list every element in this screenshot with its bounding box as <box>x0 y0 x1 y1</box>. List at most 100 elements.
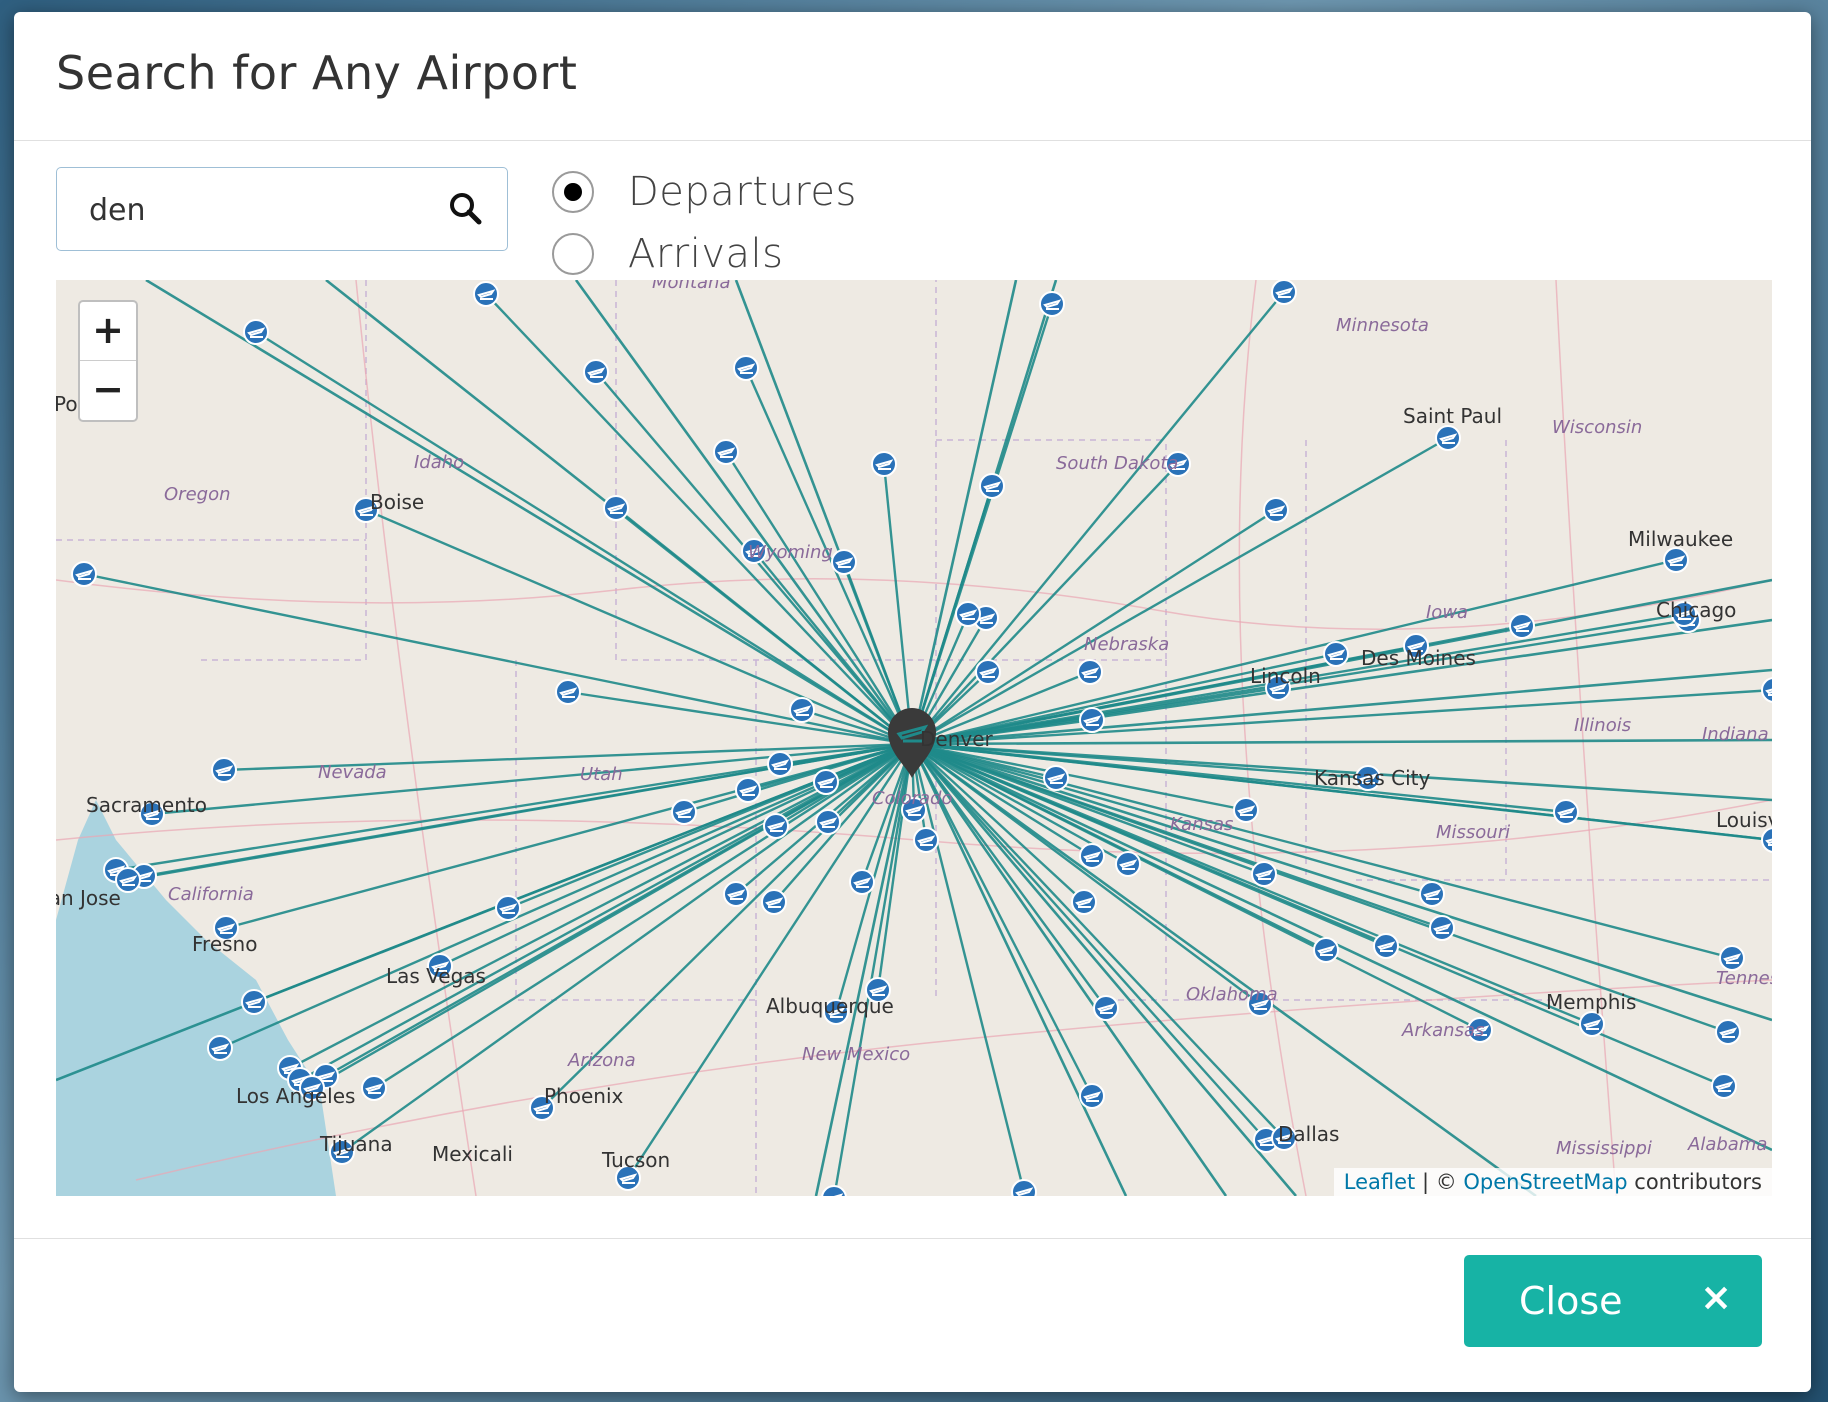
airport-marker-icon[interactable] <box>1115 851 1141 877</box>
route-line <box>341 743 913 1153</box>
airport-marker-icon[interactable] <box>583 359 609 385</box>
airport-marker-icon[interactable] <box>789 697 815 723</box>
map-label-mississippi: Mississippi <box>1556 1138 1652 1159</box>
airport-marker-icon[interactable] <box>713 439 739 465</box>
airport-marker-icon[interactable] <box>813 769 839 795</box>
airport-marker-icon[interactable] <box>211 757 237 783</box>
arrivals-radio[interactable]: Arrivals <box>552 226 784 282</box>
departures-label: Departures <box>628 169 857 215</box>
airport-marker-icon[interactable] <box>361 1075 387 1101</box>
route-line <box>373 742 913 1090</box>
airport-marker-icon[interactable] <box>735 777 761 803</box>
road-line <box>1238 280 1307 1196</box>
airport-marker-icon[interactable] <box>1263 497 1289 523</box>
airport-marker-icon[interactable] <box>603 495 629 521</box>
search-input[interactable] <box>87 188 431 232</box>
close-button[interactable]: Close × <box>1464 1255 1762 1347</box>
leaflet-link[interactable]: Leaflet <box>1344 1170 1416 1194</box>
airport-marker-icon[interactable] <box>243 319 269 345</box>
airport-marker-icon[interactable] <box>815 809 841 835</box>
map-label-new-mexico: New Mexico <box>802 1044 911 1065</box>
airport-marker-icon[interactable] <box>1711 1073 1737 1099</box>
route-line <box>911 558 1677 746</box>
route-line <box>911 742 1537 1196</box>
airport-marker-icon[interactable] <box>71 561 97 587</box>
airport-marker-icon[interactable] <box>1251 861 1277 887</box>
map-label-oklahoma: Oklahoma <box>1186 984 1278 1005</box>
airport-marker-icon[interactable] <box>1419 881 1445 907</box>
airport-marker-icon[interactable] <box>979 473 1005 499</box>
airport-marker-icon[interactable] <box>1719 945 1745 971</box>
map-label-oregon: Oregon <box>164 484 231 505</box>
map-label-boise: Boise <box>370 490 425 514</box>
airport-marker-icon[interactable] <box>913 827 939 853</box>
map-label-fresno: Fresno <box>192 932 258 956</box>
zoom-out-button[interactable]: − <box>80 361 136 419</box>
airport-marker-icon[interactable] <box>733 355 759 381</box>
airport-marker-icon[interactable] <box>1715 1019 1741 1045</box>
airport-marker-icon[interactable] <box>1077 659 1103 685</box>
airport-marker-icon[interactable] <box>1233 797 1259 823</box>
route-map-canvas[interactable] <box>56 280 1772 1196</box>
airport-marker-icon[interactable] <box>1373 933 1399 959</box>
map-label-wisconsin: Wisconsin <box>1552 417 1643 438</box>
airport-marker-icon[interactable] <box>241 989 267 1015</box>
airport-marker-icon[interactable] <box>1761 677 1772 703</box>
airport-marker-icon[interactable] <box>207 1035 233 1061</box>
airport-marker-icon[interactable] <box>955 601 981 627</box>
airport-marker-icon[interactable] <box>1079 1083 1105 1109</box>
airport-marker-icon[interactable] <box>1079 707 1105 733</box>
airport-marker-icon[interactable] <box>1079 843 1105 869</box>
map-label-des-moines: Des Moines <box>1361 646 1476 670</box>
airport-marker-icon[interactable] <box>1429 915 1455 941</box>
search-icon[interactable] <box>447 190 483 226</box>
map-label-san-jose: San Jose <box>56 886 121 910</box>
airport-marker-icon[interactable] <box>1553 799 1579 825</box>
airport-marker-icon[interactable] <box>849 869 875 895</box>
map-label-alabama: Alabama <box>1688 1134 1768 1155</box>
modal-title: Search for Any Airport <box>56 46 578 100</box>
airport-marker-icon[interactable] <box>555 679 581 705</box>
map-label-idaho: Idaho <box>414 452 465 473</box>
map-label-utah: Utah <box>580 764 623 785</box>
airport-marker-icon[interactable] <box>1011 1179 1037 1196</box>
airport-marker-icon[interactable] <box>1043 765 1069 791</box>
airport-marker-icon[interactable] <box>473 281 499 307</box>
route-map[interactable]: Montana Minnesota Saint Paul Wisconsin M… <box>56 280 1772 1196</box>
airport-marker-icon[interactable] <box>831 549 857 575</box>
arrivals-radio-button[interactable] <box>552 233 594 275</box>
airport-marker-icon[interactable] <box>761 889 787 915</box>
route-line <box>911 742 1772 1152</box>
airport-marker-icon[interactable] <box>1093 995 1119 1021</box>
map-label-iowa: Iowa <box>1426 602 1469 623</box>
airport-marker-icon[interactable] <box>1313 937 1339 963</box>
departures-radio-button[interactable] <box>552 171 594 213</box>
airport-marker-icon[interactable] <box>1039 291 1065 317</box>
airport-marker-icon[interactable] <box>821 1185 847 1196</box>
attribution-separator: | © <box>1415 1170 1464 1194</box>
departures-radio[interactable]: Departures <box>552 164 857 220</box>
airport-marker-icon[interactable] <box>1509 613 1535 639</box>
airport-marker-icon[interactable] <box>1271 280 1297 305</box>
airport-marker-icon[interactable] <box>975 659 1001 685</box>
airport-marker-icon[interactable] <box>1663 547 1689 573</box>
airport-marker-icon[interactable] <box>1579 1011 1605 1037</box>
zoom-in-button[interactable]: + <box>80 302 136 361</box>
airport-marker-icon[interactable] <box>871 451 897 477</box>
airport-marker-icon[interactable] <box>1435 425 1461 451</box>
airport-marker-icon[interactable] <box>1323 641 1349 667</box>
map-label-california: California <box>168 884 254 905</box>
airport-marker-icon[interactable] <box>763 813 789 839</box>
map-label-milwaukee: Milwaukee <box>1628 527 1734 551</box>
map-label-denver: Denver <box>920 727 993 751</box>
airport-marker-icon[interactable] <box>723 881 749 907</box>
airport-marker-icon[interactable] <box>671 799 697 825</box>
openstreetmap-link[interactable]: OpenStreetMap <box>1463 1170 1627 1194</box>
airport-marker-icon[interactable] <box>495 895 521 921</box>
airport-marker-icon[interactable] <box>1071 889 1097 915</box>
airport-marker-icon[interactable] <box>767 751 793 777</box>
modal-header: Search for Any Airport <box>14 12 1811 141</box>
map-label-dallas: Dallas <box>1278 1122 1340 1146</box>
map-label-missouri: Missouri <box>1436 822 1511 843</box>
map-label-indiana: Indiana <box>1702 724 1769 745</box>
